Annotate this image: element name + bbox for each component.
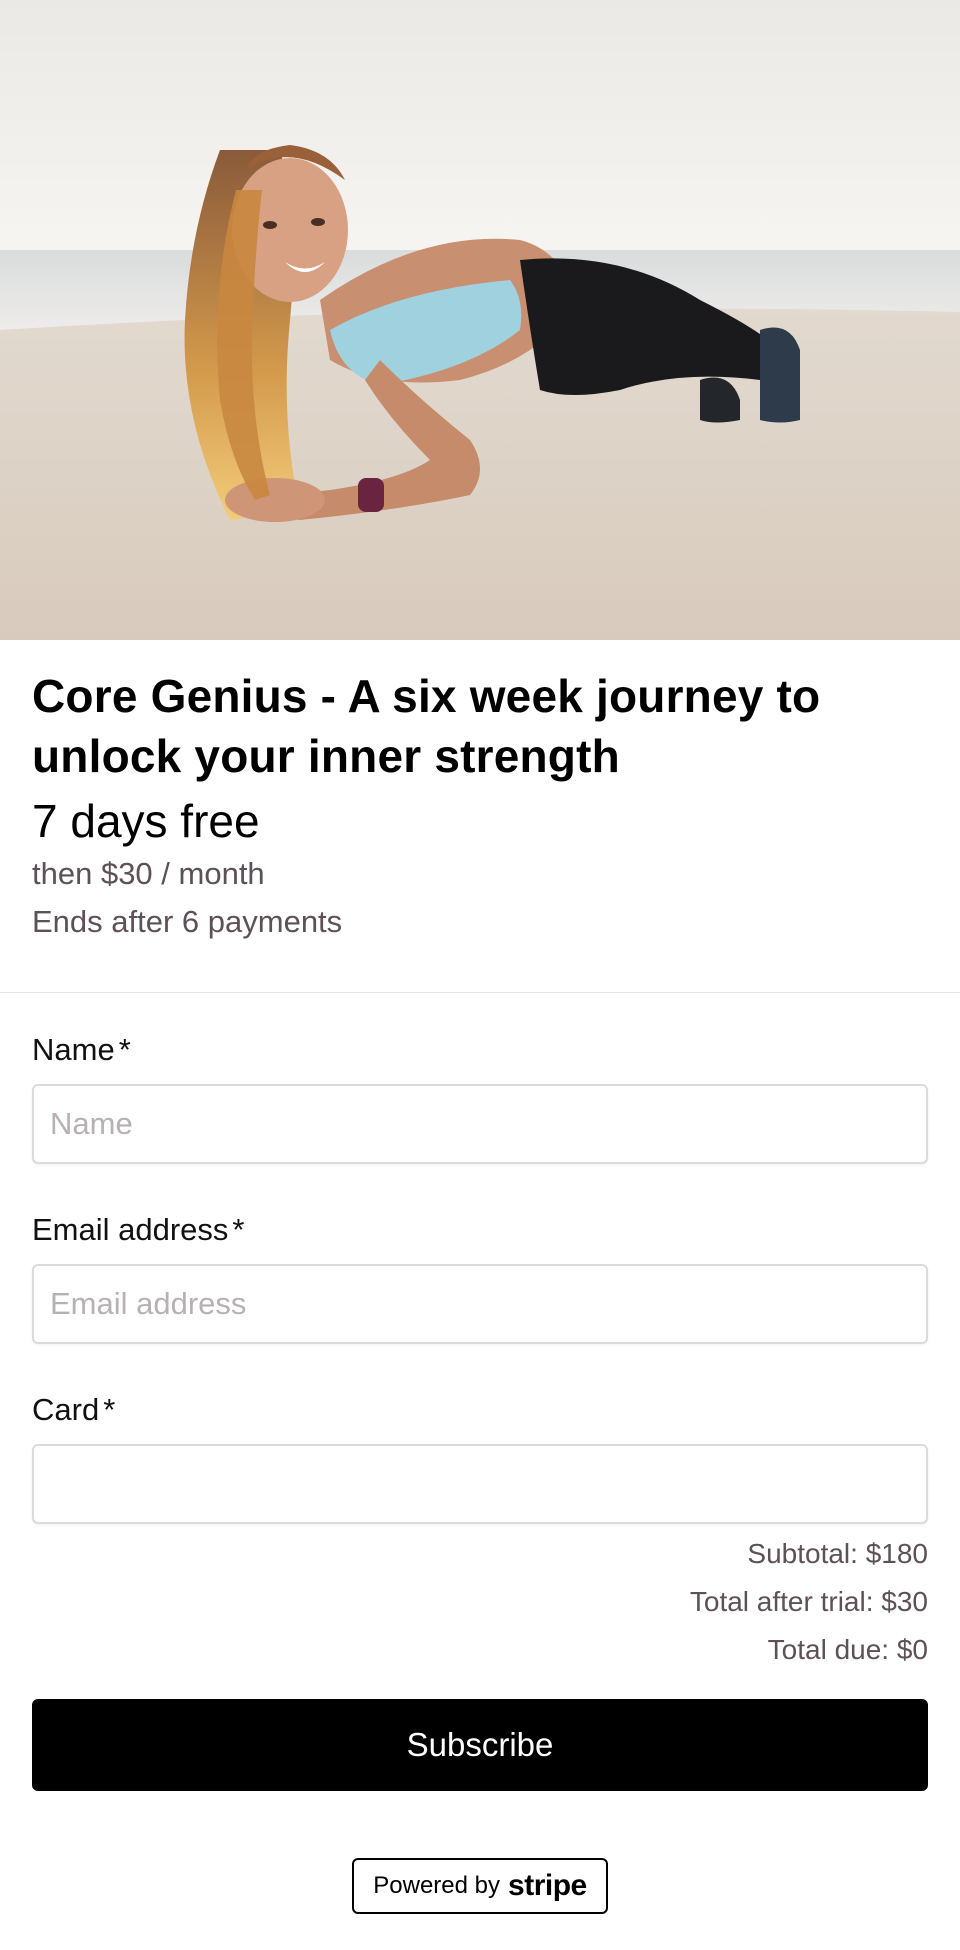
email-input[interactable] [32,1264,928,1344]
total-after-trial: Total after trial: $30 [689,1586,928,1617]
powered-by-stripe-link[interactable]: Powered by stripe [352,1858,608,1914]
total-due: Total due: $0 [767,1634,928,1665]
payment-duration: Ends after 6 payments [32,904,343,939]
card-label: Card * [32,1388,928,1432]
email-label: Email address * [32,1208,928,1252]
name-label: Name * [32,1028,928,1072]
trial-price: 7 days free [32,795,260,847]
name-required-mark: * [118,1032,131,1067]
subscribe-button[interactable]: Subscribe [32,1699,928,1791]
stripe-logo: stripe [508,1869,587,1902]
subtotal: Subtotal: $180 [747,1538,928,1569]
name-input[interactable] [32,1084,928,1164]
card-label-text: Card [32,1392,100,1427]
section-divider [0,992,960,993]
product-summary: Core Genius - A six week journey to unlo… [32,666,928,946]
card-input[interactable] [32,1444,928,1524]
email-label-text: Email address [32,1212,229,1247]
checkout-form: Name* Email address* Card* [32,1028,928,1568]
card-required-mark: * [103,1392,116,1427]
name-label-text: Name [32,1032,115,1067]
product-title: Core Genius - A six week journey to unlo… [32,670,821,782]
hero-image [0,0,960,640]
powered-by-text: Powered by [373,1872,501,1899]
recurring-price: then $30 / month [32,856,265,891]
email-required-mark: * [232,1212,245,1247]
order-totals: Subtotal: $180 Total after trial: $30 To… [690,1530,928,1674]
